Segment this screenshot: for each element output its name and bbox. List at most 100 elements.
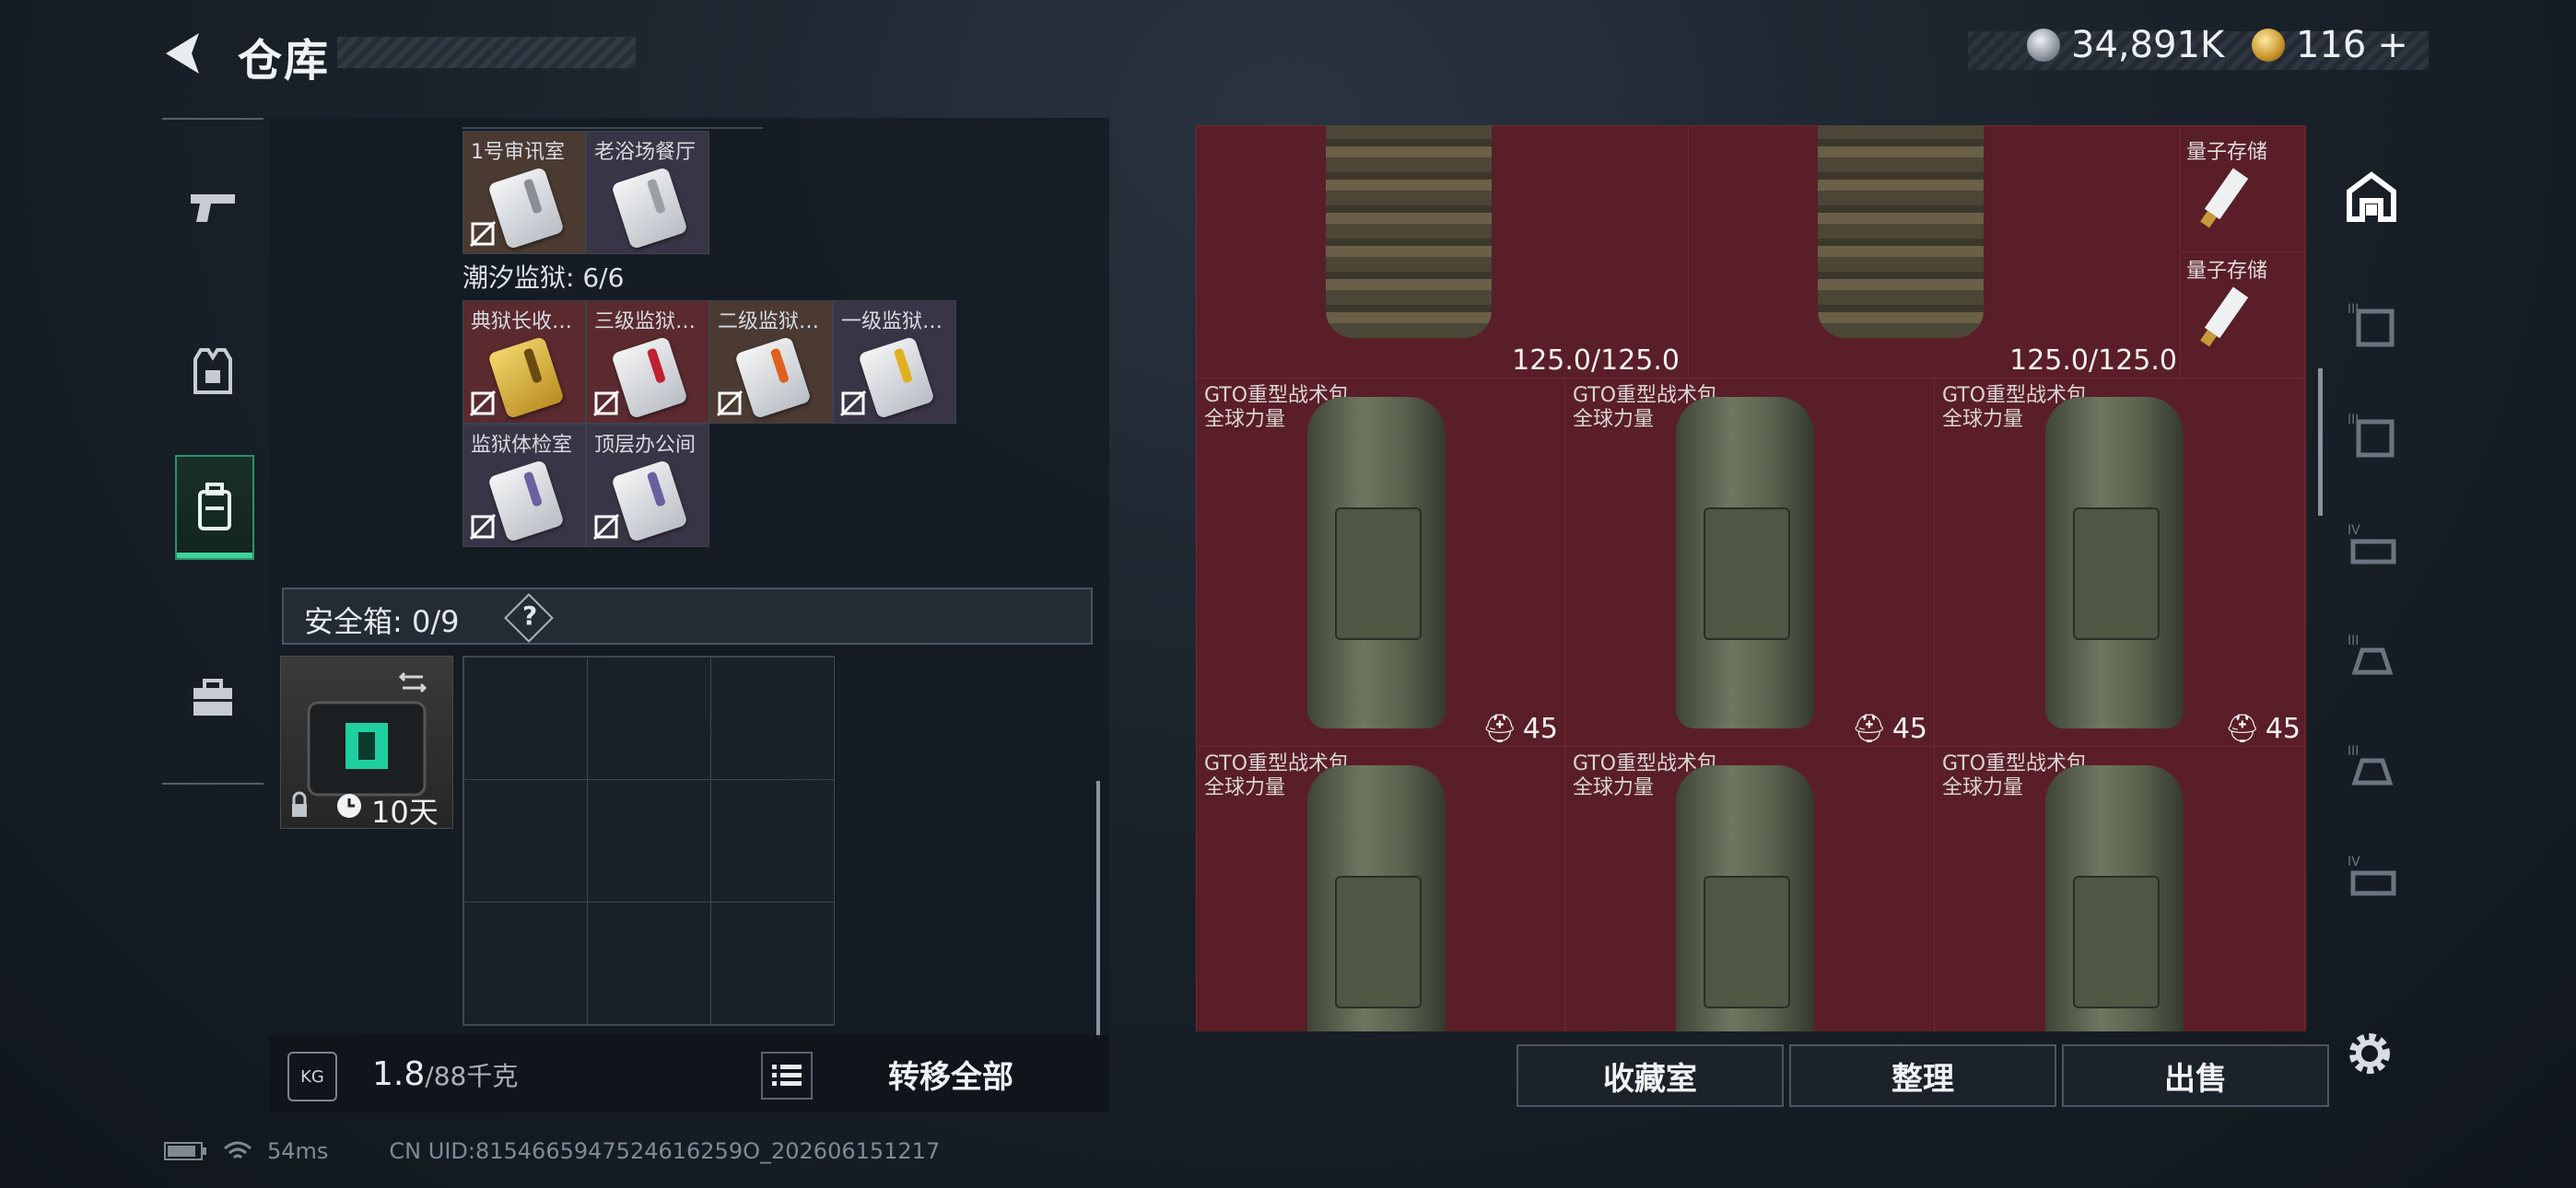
keycard-slot[interactable]: 老浴场餐厅 xyxy=(586,131,709,254)
sell-button[interactable]: 出售 xyxy=(2062,1044,2329,1107)
filter-all[interactable] xyxy=(2342,168,2401,227)
keycard-slot[interactable]: 1号审讯室 xyxy=(463,131,586,254)
filter-level-4-a[interactable]: IV xyxy=(2342,516,2401,575)
gold-amount: 116 xyxy=(2296,24,2367,66)
organize-button[interactable]: 整理 xyxy=(1789,1044,2056,1107)
case-duration: 10天 xyxy=(371,795,439,830)
no-transfer-icon xyxy=(592,513,620,541)
helmet-count-icon: ⛑ xyxy=(2224,713,2260,745)
weight-readout: 1.8/88千克 xyxy=(372,1055,519,1093)
scrollbar[interactable] xyxy=(1096,781,1100,1039)
backpack-item[interactable]: GTO重型战术包 全球力量 xyxy=(1564,746,1936,1031)
no-transfer-icon xyxy=(839,390,867,417)
back-arrow-icon xyxy=(166,33,199,74)
inventory-panel: 1号审讯室 老浴场餐厅 潮汐监狱: 6/6 典狱长收… 三级监狱… 二级监狱… … xyxy=(269,118,1109,1112)
keycard-icon xyxy=(487,459,565,543)
no-transfer-icon xyxy=(469,220,497,248)
transfer-all-button[interactable]: 转移全部 xyxy=(813,1052,1089,1096)
uid-readout: CN UID:8154665947524616259O_202606151217 xyxy=(389,1138,941,1164)
quantum-storage-item[interactable]: 量子存储 xyxy=(2180,125,2305,253)
filter-level-3-a[interactable]: III xyxy=(2342,295,2401,354)
backpack-icon xyxy=(1307,765,1446,1031)
backpack-icon xyxy=(1676,765,1814,1031)
wifi-icon xyxy=(224,1141,252,1159)
filter-level-3-d[interactable]: III xyxy=(2342,737,2401,796)
ping-readout: 54ms xyxy=(267,1138,329,1164)
backpack-item[interactable]: GTO重型战术包 全球力量 xyxy=(1934,746,2305,1031)
svg-text:III: III xyxy=(2348,744,2359,759)
usb-drive-icon xyxy=(2200,286,2249,347)
toolbox-icon xyxy=(193,679,232,716)
page-title: 仓库 xyxy=(238,35,331,87)
helmet-count-icon: ⛑ xyxy=(1481,713,1517,745)
tab-equipment[interactable] xyxy=(175,320,251,422)
helmet-count-icon: ⛑ xyxy=(1851,713,1887,745)
backpack-item[interactable]: GTO重型战术包 全球力量 ⛑ 45 xyxy=(1934,378,2305,748)
weight-bar: KG 1.8/88千克 转移全部 xyxy=(269,1035,1109,1112)
vest-icon xyxy=(193,348,232,394)
keycard-icon xyxy=(487,335,565,420)
keycard-slot[interactable]: 典狱长收… xyxy=(463,300,586,424)
usb-drive-icon xyxy=(2200,168,2249,228)
keycard-slot[interactable]: 顶层办公间 xyxy=(586,424,709,547)
tier-3-icon: III xyxy=(2348,413,2395,458)
gold-coin-icon xyxy=(2252,29,2285,62)
battery-icon xyxy=(164,1142,206,1160)
backpack-icon xyxy=(2045,397,2184,728)
armor-item[interactable]: 125.0/125.0 xyxy=(1688,125,2182,379)
filter-level-3-c[interactable]: III xyxy=(2342,626,2401,685)
status-bar: 54ms CN UID:8154665947524616259O_2026061… xyxy=(164,1138,940,1164)
tab-backpack[interactable] xyxy=(175,455,254,560)
collection-button[interactable]: 收藏室 xyxy=(1516,1044,1784,1107)
storage-grid: 125.0/125.0 125.0/125.0 量子存储 量子存储 GTO重型战… xyxy=(1196,125,2307,1031)
safebox-label: 安全箱: 0/9 xyxy=(304,604,460,639)
help-icon[interactable]: ? xyxy=(504,593,554,643)
gear-icon xyxy=(2349,1033,2390,1074)
backpack-item[interactable]: GTO重型战术包 全球力量 xyxy=(1196,746,1566,1031)
scrollbar[interactable] xyxy=(2318,368,2323,516)
tier-3-icon: III xyxy=(2348,302,2395,347)
no-transfer-icon xyxy=(592,390,620,417)
keycard-slot[interactable]: 监狱体检室 xyxy=(463,424,586,547)
category-tabs xyxy=(162,118,263,785)
tier-4-icon: IV xyxy=(2348,523,2396,565)
keycard-slot[interactable]: 二级监狱… xyxy=(709,300,833,424)
filter-level-4-b[interactable]: IV xyxy=(2342,847,2401,906)
tab-weapons[interactable] xyxy=(175,157,251,258)
keycard-icon xyxy=(858,335,935,420)
back-button[interactable] xyxy=(158,28,210,79)
silver-amount: 34,891K xyxy=(2071,24,2225,66)
backpack-item[interactable]: GTO重型战术包 全球力量 ⛑ 45 xyxy=(1564,378,1936,748)
no-transfer-icon xyxy=(469,390,497,417)
armor-vest-icon xyxy=(1818,125,1984,338)
gold-add-icon[interactable]: + xyxy=(2377,24,2408,66)
armor-vest-icon xyxy=(1326,125,1492,338)
prison-section-label: 潮汐监狱: 6/6 xyxy=(463,262,625,293)
pistol-icon xyxy=(191,194,235,222)
tab-supplies[interactable] xyxy=(175,646,251,748)
backpack-icon xyxy=(198,483,231,530)
keycard-icon xyxy=(611,335,688,420)
keycard-slot[interactable]: 三级监狱… xyxy=(586,300,709,424)
silver-coin-icon xyxy=(2027,29,2060,62)
quantum-storage-item[interactable]: 量子存储 xyxy=(2180,251,2305,379)
gold-currency[interactable]: 116 + xyxy=(2252,24,2408,66)
filter-level-3-b[interactable]: III xyxy=(2342,405,2401,464)
tier-4-icon: IV xyxy=(2348,855,2396,896)
list-icon xyxy=(772,1065,802,1086)
kg-weight-icon: KG xyxy=(287,1052,337,1101)
keycard-icon xyxy=(734,335,812,420)
tier-3-icon: III xyxy=(2348,634,2394,675)
home-box-icon xyxy=(2347,171,2396,222)
settings-button[interactable] xyxy=(2340,1024,2399,1083)
backpack-icon xyxy=(2045,765,2184,1031)
safebox-grid[interactable] xyxy=(463,656,835,1026)
no-transfer-icon xyxy=(469,513,497,541)
keycard-slot[interactable]: 一级监狱… xyxy=(833,300,956,424)
safebox-case[interactable]: 10天 xyxy=(280,656,453,830)
svg-text:IV: IV xyxy=(2348,855,2360,869)
armor-item[interactable]: 125.0/125.0 xyxy=(1196,125,1690,379)
svg-text:IV: IV xyxy=(2348,523,2360,538)
list-view-button[interactable] xyxy=(761,1052,813,1100)
backpack-item[interactable]: GTO重型战术包 全球力量 ⛑ 45 xyxy=(1196,378,1566,748)
